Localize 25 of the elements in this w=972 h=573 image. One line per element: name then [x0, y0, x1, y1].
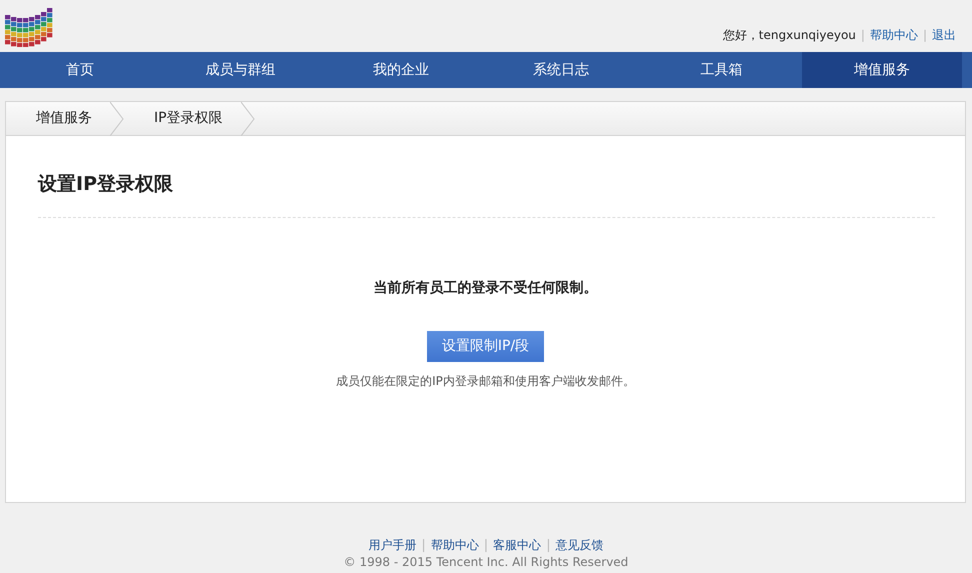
separator: | [484, 538, 488, 553]
footer-link[interactable]: 帮助中心 [430, 538, 479, 552]
copyright-text: © 1998 - 2015 Tencent Inc. All Rights Reserved [342, 554, 630, 571]
breadcrumb-item[interactable]: IP登录权限 [124, 102, 241, 135]
separator: | [546, 538, 551, 553]
status-message: 当前所有员工的登录不受任何限制。 [372, 278, 598, 298]
separator: | [421, 538, 426, 553]
nav-tab[interactable]: 增值服务 [802, 52, 962, 88]
breadcrumb-item[interactable]: 增值服务 [6, 102, 110, 135]
footer-link[interactable]: 意见反馈 [556, 538, 604, 552]
hint-text: 成员仅能在限定的IP内登录邮箱和使用客户端收发邮件。 [335, 372, 636, 390]
header-link[interactable]: 帮助中心 [870, 26, 918, 44]
footer-link[interactable]: 用户手册 [368, 538, 416, 552]
nav-tab[interactable]: 系统日志 [480, 52, 642, 88]
nav-tab[interactable]: 我的企业 [320, 52, 481, 88]
separator: | [922, 27, 927, 44]
nav-tab[interactable]: 成员与群组 [160, 52, 321, 88]
separator: | [860, 27, 865, 44]
footer-link[interactable]: 客服中心 [493, 538, 542, 552]
nav-tab[interactable]: 工具箱 [641, 52, 802, 88]
page-title: 设置IP登录权限 [38, 170, 935, 218]
greeting-text: 您好，tengxunqiyeyou [722, 27, 856, 44]
header-link[interactable]: 退出 [932, 26, 956, 44]
nav-tab[interactable]: 首页 [0, 52, 160, 88]
set-ip-button[interactable]: 设置限制IP/段 [426, 330, 544, 362]
